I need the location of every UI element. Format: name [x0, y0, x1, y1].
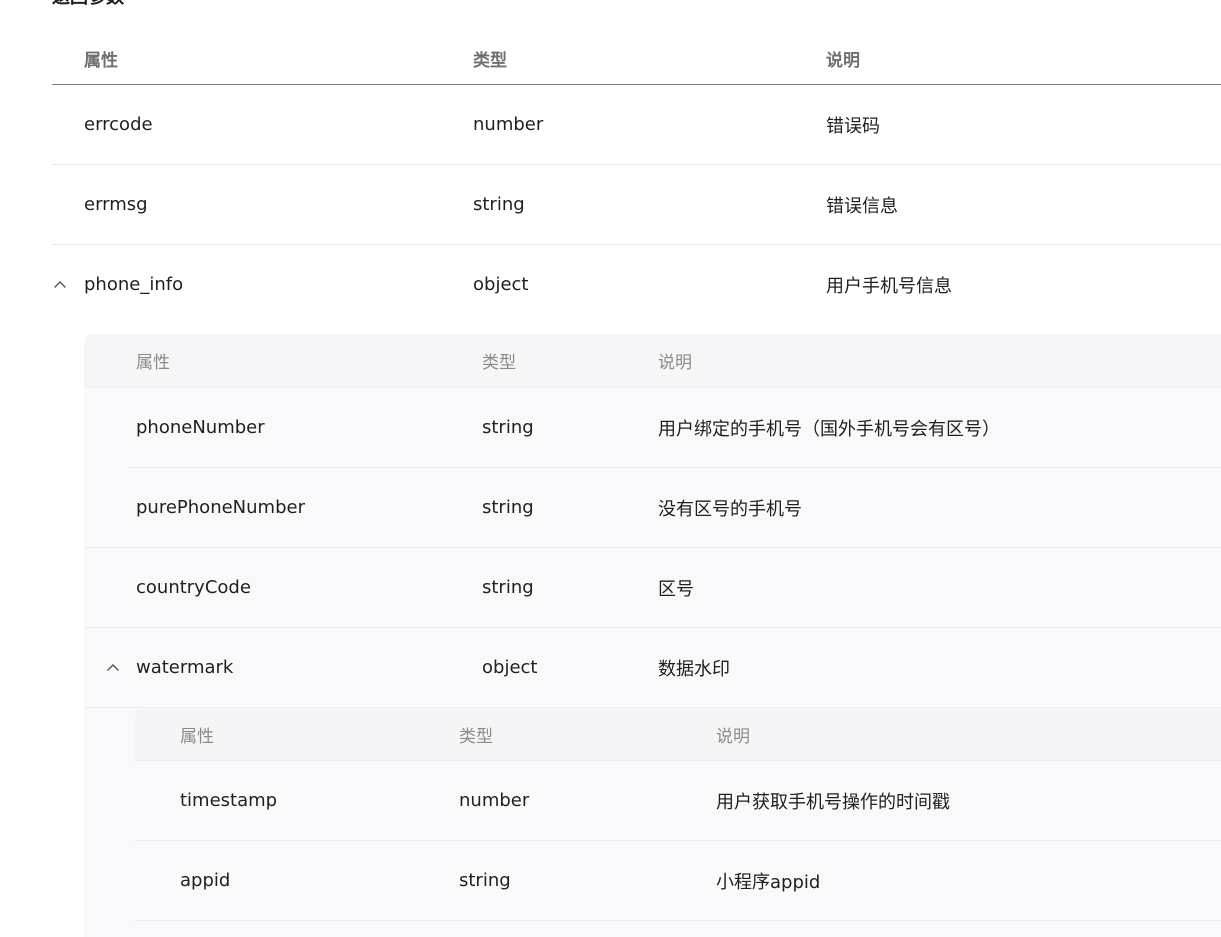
param-type: string — [482, 497, 534, 518]
param-desc: 没有区号的手机号 — [658, 498, 802, 520]
param-name: purePhoneNumber — [136, 497, 305, 518]
table-row-expandable[interactable]: phone_info object 用户手机号信息 — [52, 245, 1221, 324]
table-row: appid string 小程序appid — [135, 841, 1221, 921]
subtable-header: 属性 类型 说明 — [135, 708, 1221, 761]
header-name: 属性 — [84, 51, 118, 71]
phone-info-subtable: 属性 类型 说明 phoneNumber string 用户绑定的手机号（国外手… — [84, 334, 1221, 937]
param-type: object — [473, 274, 529, 295]
chevron-up-icon[interactable] — [103, 628, 123, 707]
header-desc: 说明 — [658, 353, 692, 373]
param-type: object — [482, 657, 538, 678]
table-row: purePhoneNumber string 没有区号的手机号 — [84, 468, 1221, 548]
table-row: errmsg string 错误信息 — [52, 165, 1221, 245]
subtable-header: 属性 类型 说明 — [84, 334, 1221, 388]
param-type: number — [473, 114, 544, 135]
header-type: 类型 — [459, 726, 493, 747]
param-type: string — [482, 577, 534, 598]
param-name: errcode — [84, 114, 153, 135]
param-type: number — [459, 790, 530, 811]
table-row: phoneNumber string 用户绑定的手机号（国外手机号会有区号） — [128, 388, 1221, 468]
header-type: 类型 — [482, 353, 516, 373]
param-name: countryCode — [136, 577, 251, 598]
param-name: phone_info — [84, 274, 184, 295]
header-desc: 说明 — [716, 726, 750, 747]
api-doc-page: 返回参数 属性 类型 说明 errcode number 错误码 errmsg … — [0, 0, 1221, 937]
table-row: timestamp number 用户获取手机号操作的时间戳 — [135, 761, 1221, 841]
return-params-table: 属性 类型 说明 errcode number 错误码 errmsg strin… — [52, 33, 1221, 324]
table-row: countryCode string 区号 — [84, 548, 1221, 628]
param-name: phoneNumber — [136, 417, 265, 438]
param-name: appid — [180, 870, 231, 891]
param-desc: 错误信息 — [826, 195, 898, 217]
table-header: 属性 类型 说明 — [52, 33, 1221, 85]
header-name: 属性 — [180, 726, 214, 747]
param-desc: 用户手机号信息 — [826, 275, 952, 297]
param-desc: 小程序appid — [716, 871, 821, 893]
param-name: timestamp — [180, 790, 278, 811]
param-desc: 数据水印 — [658, 658, 730, 680]
table-row: errcode number 错误码 — [52, 85, 1221, 165]
param-type: string — [459, 870, 511, 891]
param-name: watermark — [136, 657, 234, 678]
param-type: string — [482, 417, 534, 438]
header-desc: 说明 — [826, 51, 860, 71]
chevron-up-icon[interactable] — [50, 245, 70, 324]
param-desc: 用户绑定的手机号（国外手机号会有区号） — [658, 418, 1000, 440]
header-name: 属性 — [136, 353, 170, 373]
param-type: string — [473, 194, 525, 215]
param-desc: 区号 — [658, 578, 694, 600]
table-row-expandable[interactable]: watermark object 数据水印 — [84, 628, 1221, 708]
watermark-subtable: 属性 类型 说明 timestamp number 用户获取手机号操作的时间戳 … — [135, 708, 1221, 921]
header-type: 类型 — [473, 51, 507, 71]
param-desc: 用户获取手机号操作的时间戳 — [716, 791, 950, 813]
param-name: errmsg — [84, 194, 148, 215]
param-desc: 错误码 — [826, 115, 880, 137]
section-title: 返回参数 — [52, 0, 124, 8]
